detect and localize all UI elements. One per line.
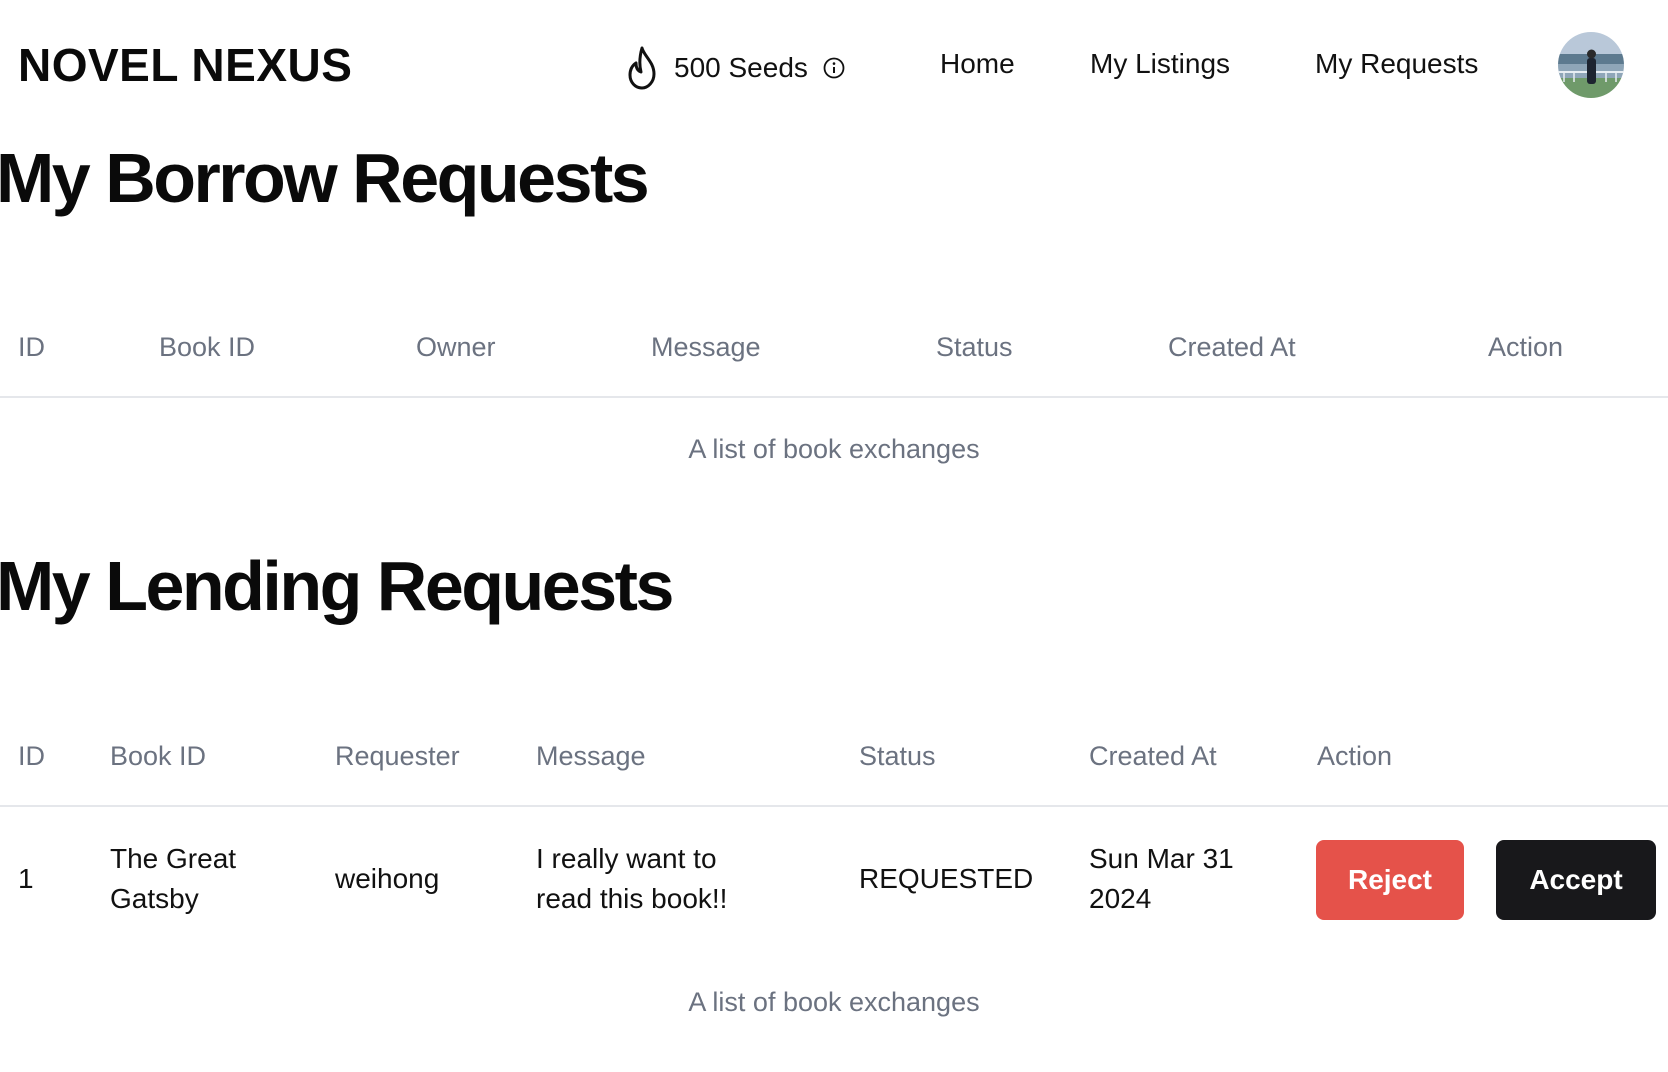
cell-id: 1: [18, 863, 34, 894]
cell-status: REQUESTED: [859, 863, 1034, 894]
cell-created-line: 2024: [1089, 883, 1152, 914]
column-header-book-id: Book ID: [110, 741, 207, 771]
avatar-photo: [1558, 32, 1624, 98]
cell-message-line: read this book!!: [536, 883, 728, 914]
cell-message-line: I really want to: [536, 843, 717, 874]
borrow-requests-title: My Borrow Requests: [0, 139, 650, 217]
column-header-id: ID: [18, 332, 45, 362]
column-header-book-id: Book ID: [159, 332, 256, 362]
nav-link-my-listings[interactable]: My Listings: [1090, 48, 1230, 80]
brand-logo[interactable]: NOVEL NEXUS: [18, 38, 352, 92]
column-header-id: ID: [18, 741, 45, 771]
column-header-action: Action: [1317, 741, 1393, 771]
avatar[interactable]: [1558, 32, 1624, 98]
column-header-requester: Requester: [335, 741, 460, 771]
seeds-count: 500 Seeds: [674, 52, 808, 83]
navbar: NOVEL NEXUS 500 Seeds Home My Listings M…: [0, 0, 1668, 130]
table-caption: A list of book exchanges: [688, 987, 980, 1017]
accept-button[interactable]: Accept: [1496, 840, 1656, 920]
cell-book-line: Gatsby: [110, 883, 199, 914]
seeds-balance: 500 Seeds: [622, 44, 846, 92]
cell-created-line: Sun Mar 31: [1089, 843, 1234, 874]
cell-book: The Great Gatsby: [110, 839, 236, 919]
reject-button[interactable]: Reject: [1316, 840, 1464, 920]
table-caption: A list of book exchanges: [688, 434, 980, 464]
table-divider: [0, 396, 1668, 398]
column-header-message: Message: [651, 332, 761, 362]
column-header-owner: Owner: [416, 332, 496, 362]
column-header-created-at: Created At: [1089, 741, 1217, 771]
cell-created-at: Sun Mar 31 2024: [1089, 839, 1234, 919]
column-header-status: Status: [859, 741, 936, 771]
table-divider: [0, 805, 1668, 807]
cell-message: I really want to read this book!!: [536, 839, 727, 919]
column-header-message: Message: [536, 741, 646, 771]
cell-book-line: The Great: [110, 843, 237, 874]
column-header-action: Action: [1488, 332, 1564, 362]
nav-link-home[interactable]: Home: [940, 48, 1015, 80]
column-header-status: Status: [936, 332, 1013, 362]
nav-link-my-requests[interactable]: My Requests: [1315, 48, 1478, 80]
flame-icon: [628, 46, 656, 90]
cell-requester: weihong: [335, 863, 440, 894]
info-icon[interactable]: [822, 56, 846, 80]
column-header-created-at: Created At: [1168, 332, 1296, 362]
lending-requests-title: My Lending Requests: [0, 547, 674, 625]
